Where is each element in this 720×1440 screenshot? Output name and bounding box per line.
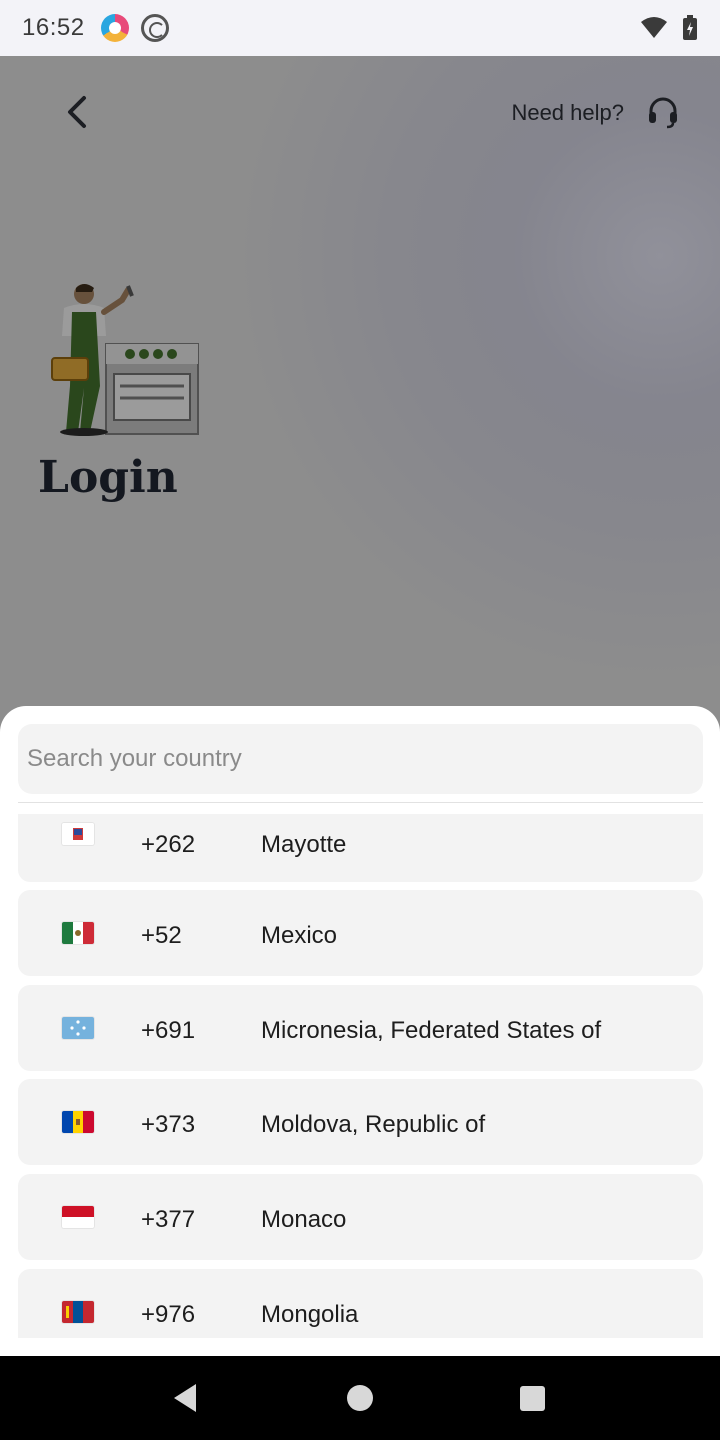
system-nav-bar (0, 1356, 720, 1440)
flag-micronesia (62, 1017, 94, 1039)
country-code: +262 (141, 831, 196, 858)
status-time: 16:52 (22, 14, 85, 41)
country-row-mexico[interactable]: +52 Mexico (18, 890, 703, 976)
country-code: +373 (141, 1111, 196, 1138)
recents-square-icon[interactable] (519, 1385, 546, 1412)
flag-monaco (62, 1206, 94, 1228)
country-name: Mayotte (261, 831, 347, 858)
flag-mexico (62, 922, 94, 944)
country-code: +52 (141, 922, 182, 949)
country-code: +976 (141, 1301, 196, 1328)
status-bar: 16:52 (0, 0, 720, 56)
status-right (640, 15, 698, 41)
screen: 16:52 Need help? Login Search your count… (0, 0, 720, 1440)
country-row-monaco[interactable]: +377 Monaco (18, 1174, 703, 1260)
divider (18, 802, 703, 803)
country-name: Mongolia (261, 1301, 359, 1328)
app-notification-icon (100, 14, 129, 42)
flag-mongolia (62, 1301, 94, 1323)
country-name: Mexico (261, 922, 338, 949)
at-sign-icon (140, 14, 169, 42)
country-row-moldova[interactable]: +373 Moldova, Republic of (18, 1079, 703, 1165)
country-code: +377 (141, 1206, 196, 1233)
home-circle-icon[interactable] (346, 1384, 374, 1412)
country-name: Monaco (261, 1206, 347, 1233)
country-code: +691 (141, 1017, 196, 1044)
country-list[interactable]: +262 Mayotte +52 Mexico +691 Micronesia,… (18, 814, 703, 1338)
country-row-mayotte[interactable]: +262 Mayotte (18, 814, 703, 882)
country-row-micronesia[interactable]: +691 Micronesia, Federated States of (18, 985, 703, 1071)
wifi-icon (641, 17, 667, 38)
battery-charging-icon (683, 15, 697, 40)
country-picker-sheet: +262 Mayotte +52 Mexico (0, 706, 720, 1356)
country-search-input[interactable] (18, 724, 703, 794)
flag-moldova (62, 1111, 94, 1133)
flag-mayotte (62, 823, 94, 845)
country-name: Micronesia, Federated States of (261, 1017, 602, 1044)
country-name: Moldova, Republic of (261, 1111, 486, 1138)
country-row-mongolia[interactable]: +976 Mongolia (18, 1269, 703, 1338)
back-triangle-icon[interactable] (170, 1382, 200, 1414)
